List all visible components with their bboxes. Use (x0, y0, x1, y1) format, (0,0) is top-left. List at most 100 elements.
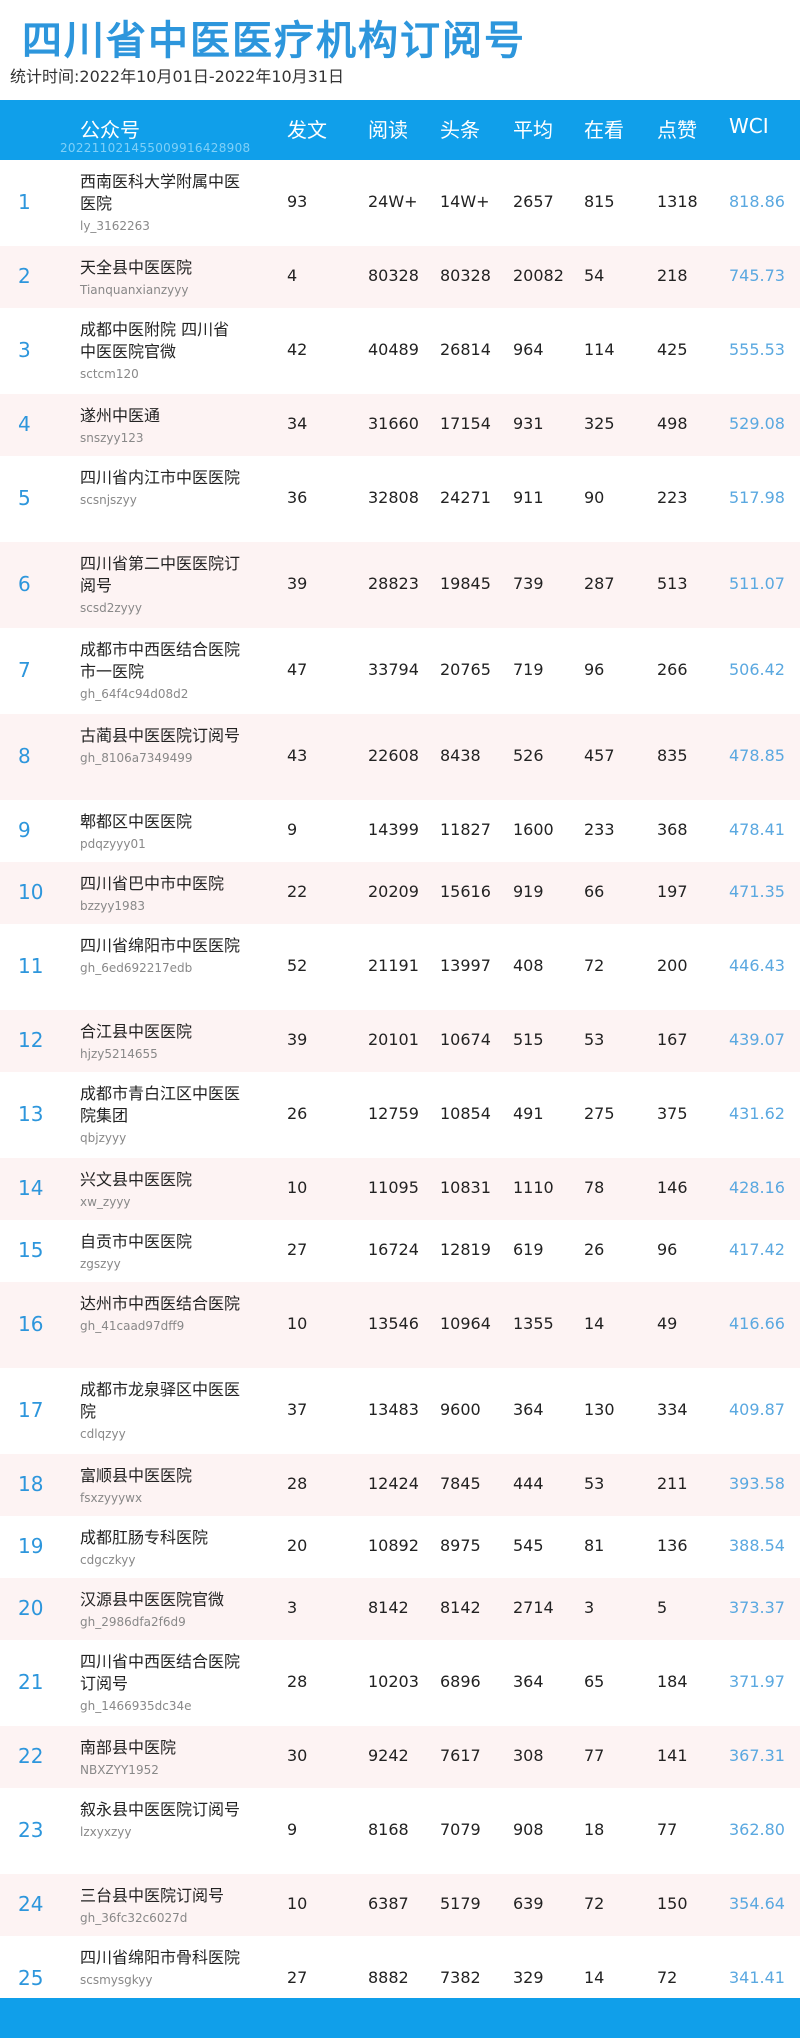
cell-reads: 32808 (368, 488, 419, 507)
cell-reads: 80328 (368, 266, 419, 285)
row-account: 三台县中医院订阅号 gh_36fc32c6027d (80, 1885, 240, 1927)
header-headline: 头条 (440, 118, 480, 142)
cell-reads: 20209 (368, 882, 419, 901)
cell-likes: 266 (657, 660, 688, 679)
cell-posts: 27 (287, 1968, 308, 1987)
header-id: 20221102145500991642890​8 (60, 141, 251, 155)
cell-wci: 517.98 (729, 488, 785, 507)
account-name: 富顺县中医医院 (80, 1466, 193, 1485)
cell-reads: 21191 (368, 956, 419, 975)
account-name: 四川省巴中市中医院 (80, 874, 225, 893)
row-rank: 23 (18, 1818, 44, 1842)
table-row: 15 自贡市中医医院 zgszyy 27 16724 12819 619 26 96 417.42 (0, 1220, 800, 1282)
account-name: 三台县中医院订阅号 (80, 1886, 225, 1905)
row-account: 达州市中西医结合医院 gh_41caad97dff9 (80, 1293, 240, 1335)
account-name: 南部县中医院 (80, 1738, 177, 1757)
row-account: 成都市龙泉驿区中医医院 cdlqzyy (80, 1379, 240, 1443)
cell-likes: 49 (657, 1314, 678, 1333)
cell-posts: 27 (287, 1240, 308, 1259)
account-id: gh_36fc32c6027d (80, 1911, 188, 1925)
cell-wci: 373.37 (729, 1598, 785, 1617)
account-id: scsnjszyy (80, 493, 137, 507)
row-account: 古蔺县中医医院订阅号 gh_8106a7349499 (80, 725, 240, 767)
cell-headline: 7382 (440, 1968, 481, 1987)
cell-headline: 8142 (440, 1598, 481, 1617)
account-name: 合江县中医医院 (80, 1022, 193, 1041)
account-id: gh_1466935dc34e (80, 1699, 192, 1713)
ranking-page: 四川省中医医疗机构订阅号 统计时间:2022年10月01日-2022年10月31… (0, 0, 800, 2038)
cell-wci: 428.16 (729, 1178, 785, 1197)
account-name: 成都肛肠专科医院 (80, 1528, 209, 1547)
cell-watching: 26 (584, 1240, 605, 1259)
cell-headline: 6896 (440, 1672, 481, 1691)
account-name: 达州市中西医结合医院 (80, 1294, 241, 1313)
account-name: 兴文县中医医院 (80, 1170, 193, 1189)
cell-wci: 506.42 (729, 660, 785, 679)
cell-likes: 200 (657, 956, 688, 975)
row-account: 叙永县中医医院订阅号 lzxyxzyy (80, 1799, 240, 1841)
cell-headline: 7079 (440, 1820, 481, 1839)
table-row: 1 西南医科大学附属中医医院 ly_3162263 93 24W+ 14W+ 2657 815… (0, 160, 800, 246)
cell-avg: 308 (513, 1746, 544, 1765)
account-name: 天全县中医医院 (80, 258, 193, 277)
cell-watching: 78 (584, 1178, 605, 1197)
table-row: 19 成都肛肠专科医院 cdgczkyy 20 10892 8975 545 81 136 388… (0, 1516, 800, 1578)
row-rank: 12 (18, 1028, 44, 1052)
cell-reads: 14399 (368, 820, 419, 839)
cell-headline: 10674 (440, 1030, 491, 1049)
account-name: 成都中医附院 四川省中医医院官微 (80, 320, 230, 361)
cell-wci: 511.07 (729, 574, 785, 593)
cell-watching: 14 (584, 1314, 605, 1333)
cell-posts: 30 (287, 1746, 308, 1765)
row-rank: 7 (18, 658, 31, 682)
cell-wci: 818.86 (729, 192, 785, 211)
row-rank: 21 (18, 1670, 44, 1694)
cell-likes: 1318 (657, 192, 698, 211)
cell-likes: 197 (657, 882, 688, 901)
row-account: 四川省绵阳市中医医院 gh_6ed692217edb (80, 935, 240, 977)
cell-wci: 745.73 (729, 266, 785, 285)
row-rank: 3 (18, 338, 31, 362)
cell-headline: 10831 (440, 1178, 491, 1197)
account-id: gh_8106a7349499 (80, 751, 193, 765)
row-rank: 10 (18, 880, 44, 904)
row-rank: 8 (18, 744, 31, 768)
header-account: 公众号 (80, 118, 140, 142)
cell-posts: 28 (287, 1672, 308, 1691)
cell-watching: 287 (584, 574, 615, 593)
cell-likes: 425 (657, 340, 688, 359)
cell-watching: 77 (584, 1746, 605, 1765)
cell-likes: 368 (657, 820, 688, 839)
row-account: 遂州中医通 snszyy123 (80, 405, 240, 447)
cell-posts: 9 (287, 1820, 298, 1839)
cell-headline: 5179 (440, 1894, 481, 1913)
cell-likes: 150 (657, 1894, 688, 1913)
row-account: 自贡市中医医院 zgszyy (80, 1231, 240, 1273)
cell-avg: 329 (513, 1968, 544, 1987)
cell-watching: 90 (584, 488, 605, 507)
row-account: 成都中医附院 四川省中医医院官微 sctcm120 (80, 319, 240, 383)
account-name: 遂州中医通 (80, 406, 161, 425)
cell-reads: 12424 (368, 1474, 419, 1493)
cell-wci: 555.53 (729, 340, 785, 359)
cell-avg: 1355 (513, 1314, 554, 1333)
cell-watching: 14 (584, 1968, 605, 1987)
cell-avg: 515 (513, 1030, 544, 1049)
account-id: gh_2986dfa2f6d9 (80, 1615, 186, 1629)
cell-likes: 146 (657, 1178, 688, 1197)
row-rank: 4 (18, 412, 31, 436)
cell-likes: 141 (657, 1746, 688, 1765)
row-rank: 17 (18, 1398, 44, 1422)
cell-wci: 354.64 (729, 1894, 785, 1913)
cell-avg: 545 (513, 1536, 544, 1555)
table-row: 3 成都中医附院 四川省中医医院官微 sctcm120 42 40489 26814 964… (0, 308, 800, 394)
row-account: 四川省巴中市中医院 bzzyy1983 (80, 873, 240, 915)
cell-likes: 211 (657, 1474, 688, 1493)
cell-watching: 81 (584, 1536, 605, 1555)
cell-wci: 417.42 (729, 1240, 785, 1259)
account-id: hjzy5214655 (80, 1047, 158, 1061)
page-title: 四川省中医医疗机构订阅号 (22, 18, 526, 64)
cell-avg: 719 (513, 660, 544, 679)
cell-watching: 72 (584, 956, 605, 975)
cell-wci: 478.41 (729, 820, 785, 839)
